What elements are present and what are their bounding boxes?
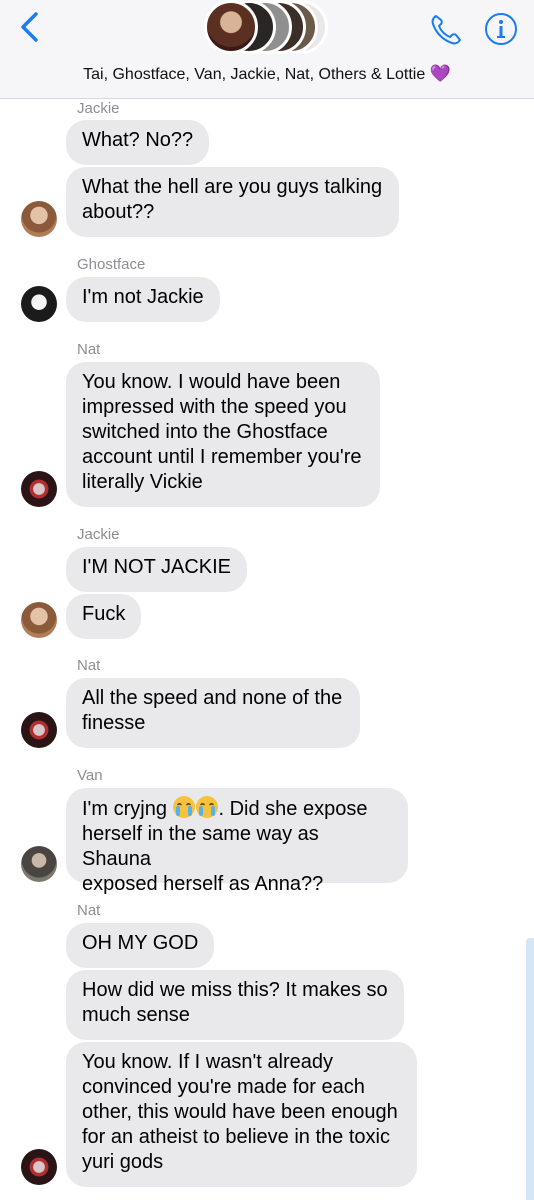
avatar[interactable] [21, 201, 57, 237]
group-avatar-stack[interactable] [204, 0, 334, 56]
sender-name: Ghostface [77, 256, 146, 273]
message-bubble[interactable]: How did we miss this? It makes so much s… [66, 970, 404, 1040]
sender-name: Van [77, 767, 103, 784]
message-bubble[interactable]: I'm cryjng . Did she expose herself in t… [66, 788, 408, 895]
loudly-crying-face-icon [195, 796, 218, 818]
message-bubble[interactable]: All the speed and none of the finesse [66, 678, 360, 748]
loudly-crying-face-icon [172, 796, 195, 818]
avatar[interactable] [21, 712, 57, 748]
sender-name: Nat [77, 657, 101, 674]
phone-icon[interactable] [428, 12, 464, 48]
avatar[interactable] [21, 1149, 57, 1185]
purple-heart-icon: 💜 [429, 64, 451, 83]
message-bubble[interactable]: What the hell are you guys talking about… [66, 167, 399, 237]
avatar [204, 0, 258, 54]
message-bubble[interactable]: OH MY GOD [66, 923, 215, 968]
avatar[interactable] [21, 602, 57, 638]
message-bubble[interactable]: What? No?? [66, 120, 210, 165]
message-bubble[interactable]: I'M NOT JACKIE [66, 547, 248, 592]
conversation-title[interactable]: Tai, Ghostface, Van, Jackie, Nat, Others… [0, 64, 534, 84]
chevron-left-icon[interactable] [14, 10, 48, 44]
avatar[interactable] [21, 286, 57, 322]
message-bubble[interactable]: I'm not Jackie [66, 277, 220, 322]
avatar[interactable] [21, 471, 57, 507]
sender-name: Jackie [77, 526, 120, 543]
message-bubble[interactable]: You know. I would have been impressed wi… [66, 362, 380, 507]
avatar[interactable] [21, 846, 57, 882]
scrollbar[interactable] [526, 938, 534, 1200]
chat-header: Tai, Ghostface, Van, Jackie, Nat, Others… [0, 0, 534, 99]
sender-name: Nat [77, 341, 101, 358]
info-icon[interactable] [484, 12, 518, 46]
message-bubble[interactable]: Fuck [66, 594, 142, 639]
sender-name: Jackie [77, 100, 120, 117]
sender-name: Nat [77, 902, 101, 919]
message-bubble[interactable]: You know. If I wasn't already convinced … [66, 1042, 417, 1187]
